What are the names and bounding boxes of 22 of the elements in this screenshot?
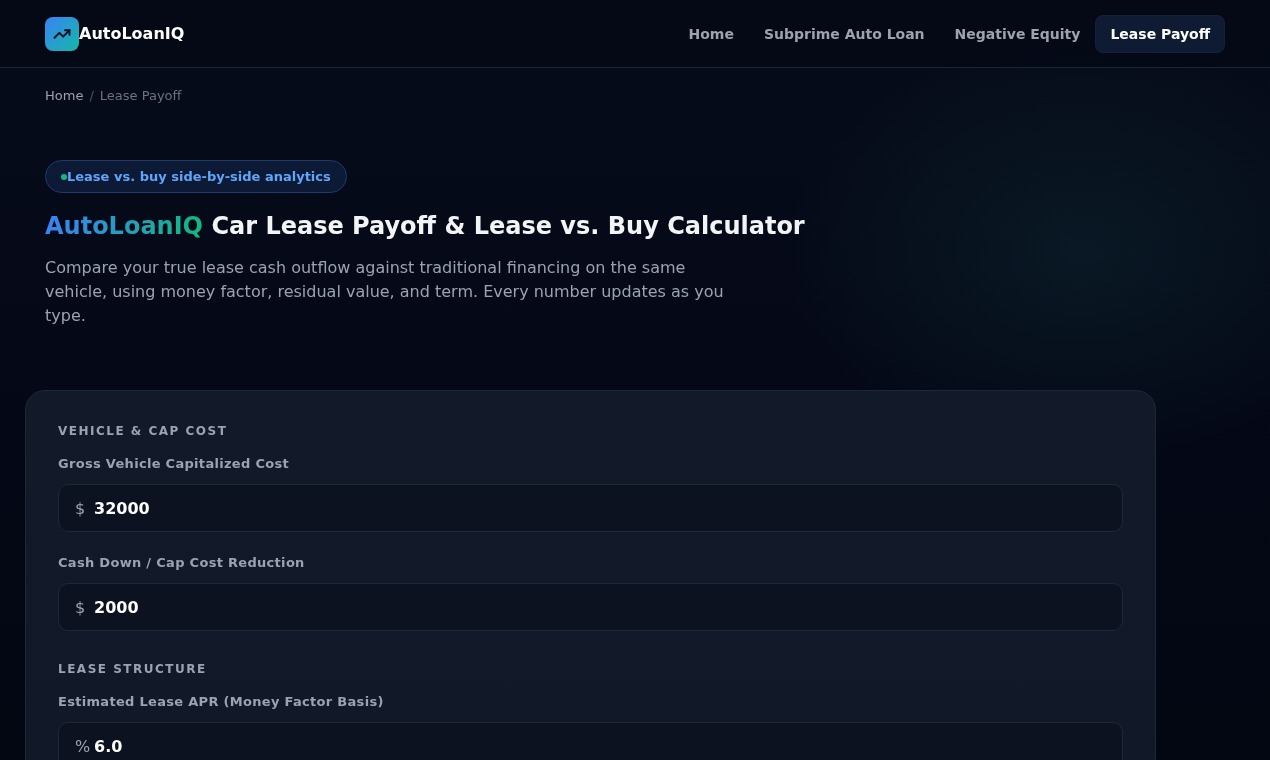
input-field[interactable]: $ 2000 bbox=[58, 583, 1123, 631]
input-field[interactable]: % 6.0 bbox=[58, 722, 1123, 760]
unit-symbol: $ bbox=[75, 498, 86, 518]
breadcrumb-link[interactable]: Home bbox=[45, 87, 84, 105]
page-description: Compare your true lease cash outflow against traditional financing on the same vehicle, using money factor, residual value, and term. Every number updates as you type. bbox=[45, 257, 725, 327]
badge-text: Lease vs. buy side-by-side analytics bbox=[67, 169, 331, 184]
input-field[interactable]: $ 32000 bbox=[58, 484, 1123, 532]
unit-symbol: $ bbox=[75, 597, 86, 617]
breadcrumb-current: Lease Payoff bbox=[99, 87, 182, 105]
field-label: Cash Down / Cap Cost Reduction bbox=[58, 554, 305, 572]
section-heading: LEASE STRUCTURE bbox=[58, 661, 207, 677]
nav-link[interactable]: Lease Payoff bbox=[1095, 14, 1225, 53]
field-label: Gross Vehicle Capitalized Cost bbox=[58, 455, 289, 473]
nav-link[interactable]: Negative Equity bbox=[939, 14, 1096, 53]
section-heading: VEHICLE & CAP COST bbox=[58, 423, 228, 439]
nav-link[interactable]: Subprime Auto Loan bbox=[748, 14, 940, 53]
status-dot-icon bbox=[61, 173, 67, 180]
brand-name: AutoLoanIQ bbox=[79, 24, 185, 43]
page-title: AutoLoanIQ Car Lease Payoff & Lease vs. Buy Calculator bbox=[45, 211, 805, 242]
field-label: Estimated Lease APR (Money Factor Basis) bbox=[58, 693, 384, 711]
breadcrumb-separator: / bbox=[89, 87, 94, 105]
nav-link[interactable]: Home bbox=[673, 14, 749, 53]
